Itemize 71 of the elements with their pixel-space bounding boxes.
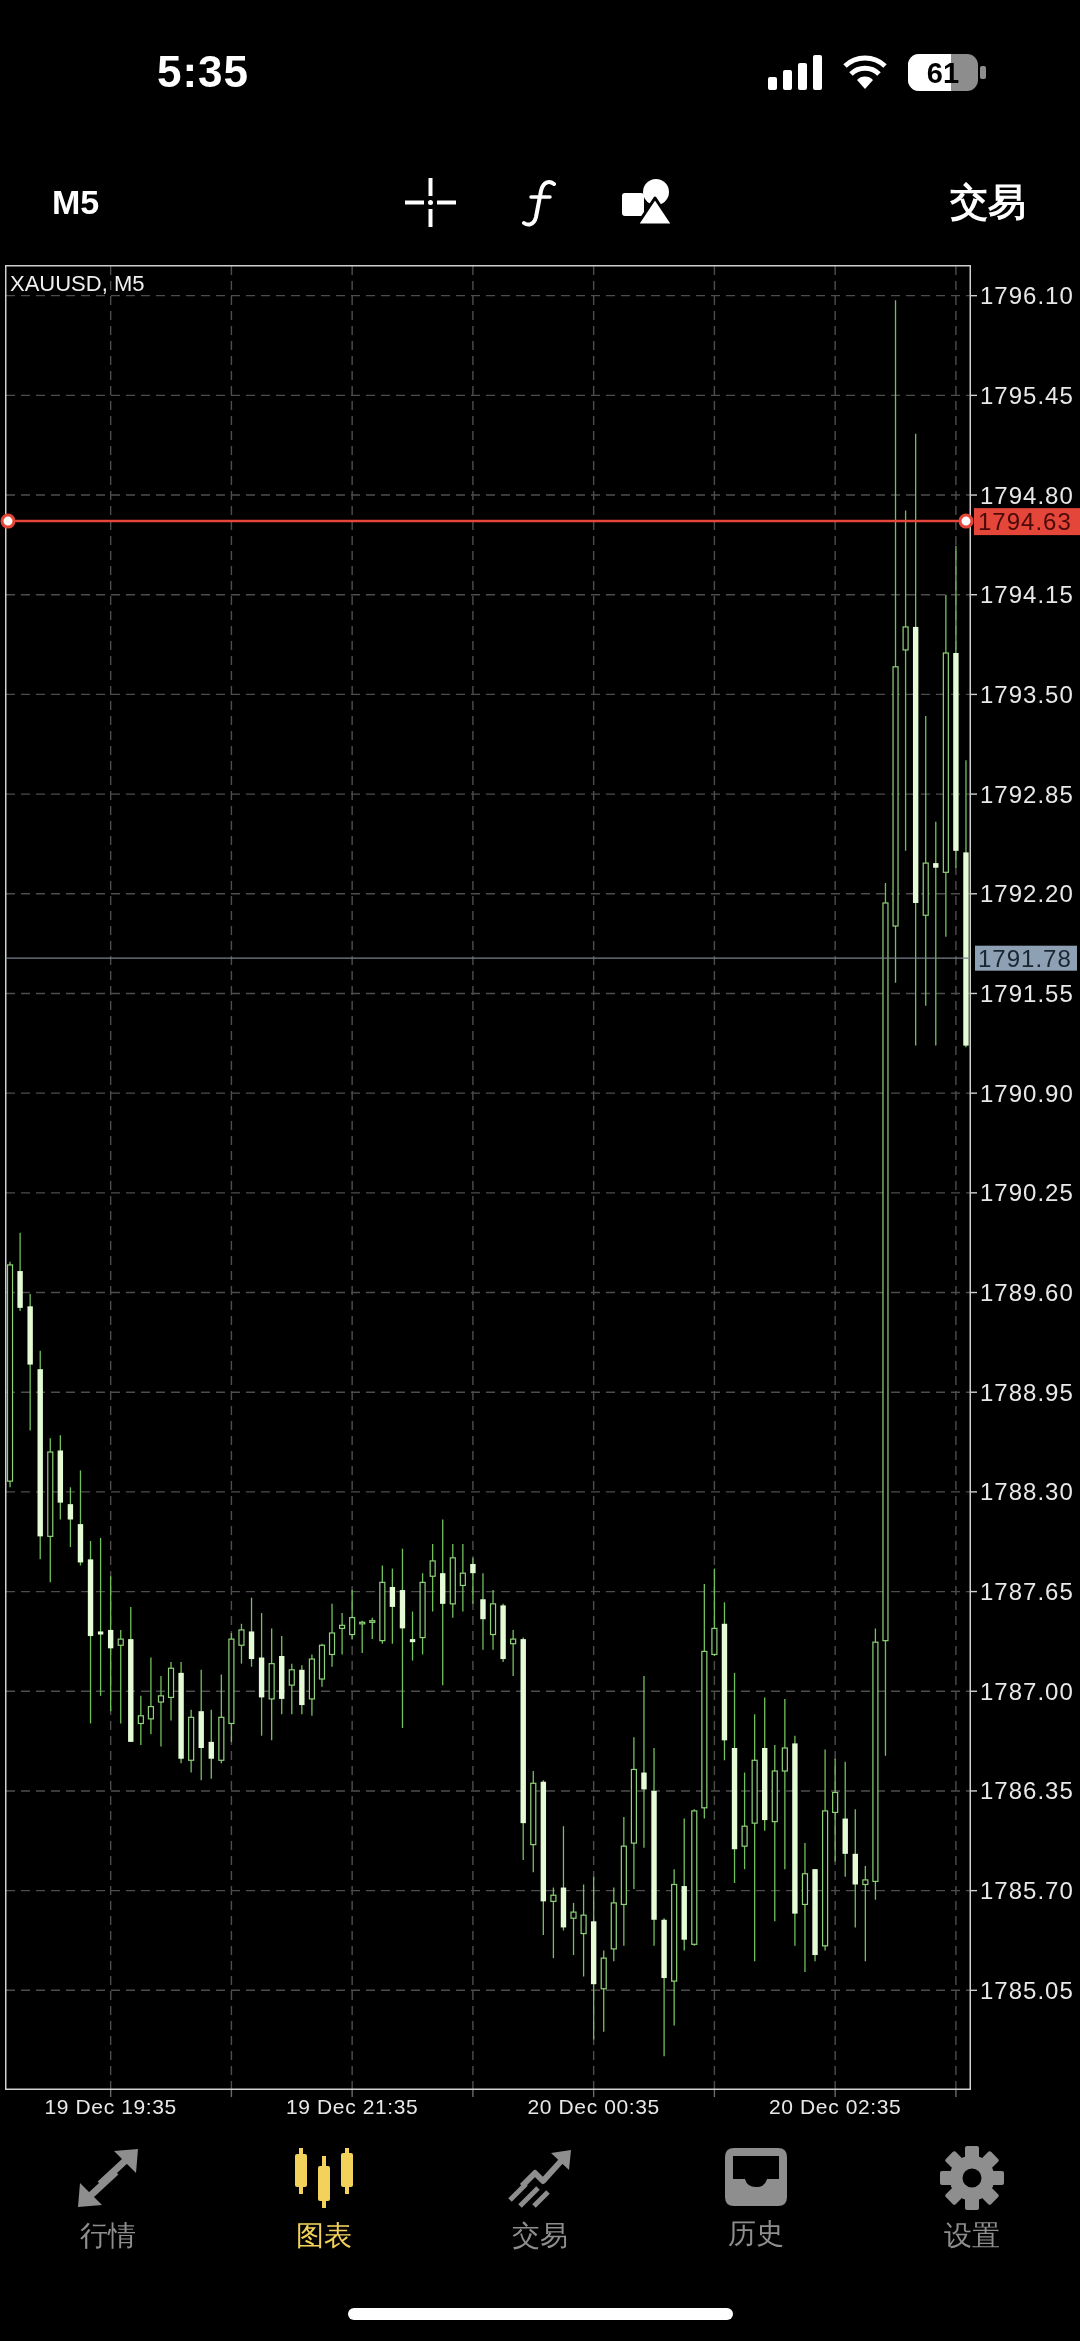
candle [137,1695,144,1746]
price-label: 1790.90 [980,1079,1074,1107]
price-label: 1789.60 [980,1279,1074,1306]
candle [288,1663,295,1715]
crosshair-icon[interactable] [404,178,456,227]
candle [349,1589,356,1640]
time-label: 20 Dec 00:35 [527,2095,660,2118]
price-label: 1786.35 [980,1777,1074,1805]
candle [328,1603,336,1668]
inbox-tray-icon [725,2148,787,2206]
chart-title: XAUUSD, M5 [10,271,145,296]
trend-arrow-icon [508,2148,572,2208]
candle [188,1709,195,1774]
candle [248,1597,255,1668]
candle [167,1661,175,1722]
price-label: 1787.00 [980,1677,1074,1705]
candle [470,1557,476,1605]
price-label: 1788.95 [980,1378,1074,1406]
candle [500,1603,506,1663]
candle [409,1610,416,1662]
candlestick-icon [292,2148,356,2208]
price-label: 1796.10 [980,282,1074,310]
price-label: 1787.65 [980,1578,1074,1606]
candle [339,1612,346,1656]
candle [208,1709,214,1780]
signal-icon [768,54,822,90]
candle [489,1589,497,1651]
candle [359,1620,366,1654]
price-label: 1790.25 [980,1179,1074,1207]
price-label: 1795.45 [980,381,1074,409]
wifi-icon [842,55,888,89]
time-label: 19 Dec 19:35 [44,2095,177,2118]
price-label: 1792.85 [980,780,1074,808]
arrows-icon [76,2148,140,2208]
price-label: 1788.30 [980,1478,1074,1506]
candle [459,1543,466,1613]
candle [308,1653,315,1717]
function-icon[interactable] [520,178,557,227]
handle-icon[interactable] [0,513,16,529]
handle-icon[interactable] [958,513,974,529]
time-label: 20 Dec 02:35 [769,2095,902,2118]
candle [238,1623,245,1665]
candle [429,1543,436,1613]
settings-icon [940,2146,1004,2210]
timeframe-button[interactable]: M5 [52,183,100,222]
battery-percent: 61 [926,56,960,89]
tab-button[interactable]: 图表 [216,2130,432,2280]
tab-button[interactable]: 行情 [0,2130,216,2280]
price-label: 1793.50 [980,680,1074,708]
candle [318,1643,326,1688]
price-label: 1792.20 [980,880,1074,908]
shapes-icon[interactable] [621,179,674,226]
price-label: 1794.15 [980,581,1074,609]
tab-button[interactable]: 历史 [648,2130,864,2280]
price-tag: 1791.78 [975,944,1077,972]
candle [510,1629,517,1677]
price-label: 1785.70 [980,1877,1074,1905]
battery-icon [908,53,986,91]
price-tag: 1794.63 [974,507,1080,536]
tab-button[interactable]: 交易 [432,2130,648,2280]
time-label: 19 Dec 21:35 [286,2095,419,2118]
candle [67,1486,74,1548]
tab-button[interactable]: 设置 [864,2130,1080,2280]
candle [299,1664,305,1715]
price-label: 1791.55 [980,979,1074,1007]
status-time: 5:35 [157,50,250,94]
trade-button[interactable]: 交易 [950,181,1026,224]
price-label: 1785.05 [980,1976,1074,2004]
candle [369,1617,376,1640]
price-label: 1794.80 [980,481,1074,509]
candle [570,1902,577,1956]
